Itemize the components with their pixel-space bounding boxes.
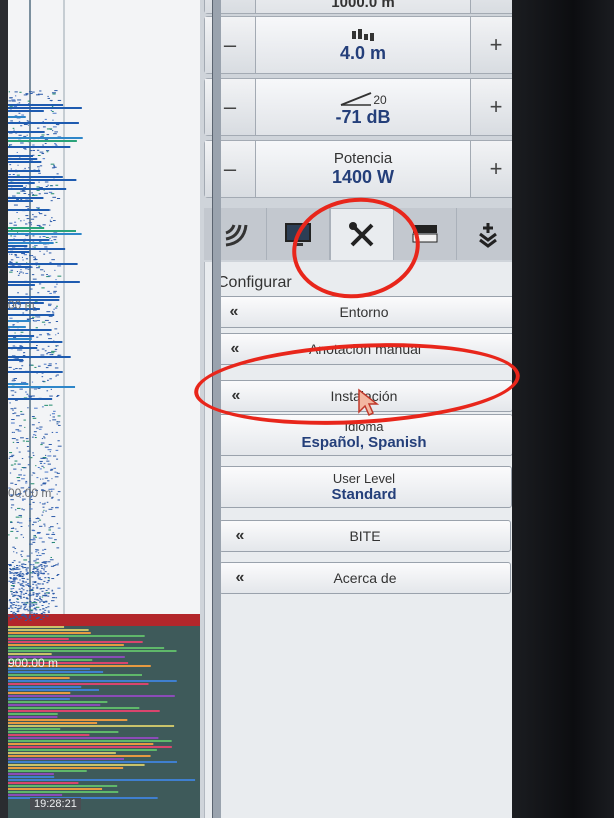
depth-label-3: 900.00 m [8, 656, 59, 670]
depth-label-2: 00.00 m [8, 486, 52, 500]
gain-value-box: 20 -71 dB [256, 79, 470, 135]
monitor-bezel [512, 0, 614, 818]
about-label: Acerca de [333, 570, 397, 586]
bite-label: BITE [349, 528, 381, 544]
depth-label-1: 00 m [8, 298, 35, 312]
time-label: 19:28:21 [30, 798, 81, 810]
power-title: Potencia [333, 150, 393, 167]
gain-control[interactable]: – 20 -71 dB + [204, 78, 522, 136]
user-level-title: User Level [332, 471, 396, 486]
bite-button[interactable]: « BITE [219, 520, 511, 552]
pulse-value-box: 4.0 m [256, 17, 470, 73]
gain-slope-icon [340, 91, 372, 106]
sonar-icon [225, 224, 248, 247]
user-level-value: Standard [331, 486, 397, 503]
range-control[interactable]: 1000.0 m [204, 0, 522, 14]
range-value: 1000.0 m [331, 0, 395, 11]
pulse-value: 4.0 m [339, 42, 387, 63]
signal-bars-icon [352, 28, 374, 41]
tab-install[interactable] [457, 208, 520, 260]
config-title: Configurar [217, 274, 292, 291]
user-level-button[interactable]: User Level Standard [216, 466, 512, 508]
mouse-cursor-icon [358, 388, 380, 417]
left-bezel [0, 0, 8, 818]
power-value-box: Potencia 1400 W [256, 141, 470, 197]
gain-slope-label: 20 [373, 92, 387, 107]
environment-button[interactable]: « Entorno [213, 296, 515, 328]
about-button[interactable]: « Acerca de [219, 562, 511, 594]
power-value: 1400 W [331, 167, 395, 187]
install-download-icon [479, 223, 497, 248]
chevron-left-icon: « [230, 340, 240, 357]
language-value: Español, Spanish [301, 434, 427, 451]
environment-label: Entorno [339, 304, 389, 320]
chevron-left-icon: « [235, 527, 245, 544]
chevron-left-icon: « [235, 569, 245, 586]
power-control[interactable]: – Potencia 1400 W + [204, 140, 522, 198]
echogram-canvas [8, 0, 212, 818]
gain-value: -71 dB [335, 106, 391, 127]
echogram-view[interactable]: 00 m 00.00 m 900.00 m 19:28:21 [8, 0, 212, 818]
pulse-control[interactable]: – 4.0 m + [204, 16, 522, 74]
